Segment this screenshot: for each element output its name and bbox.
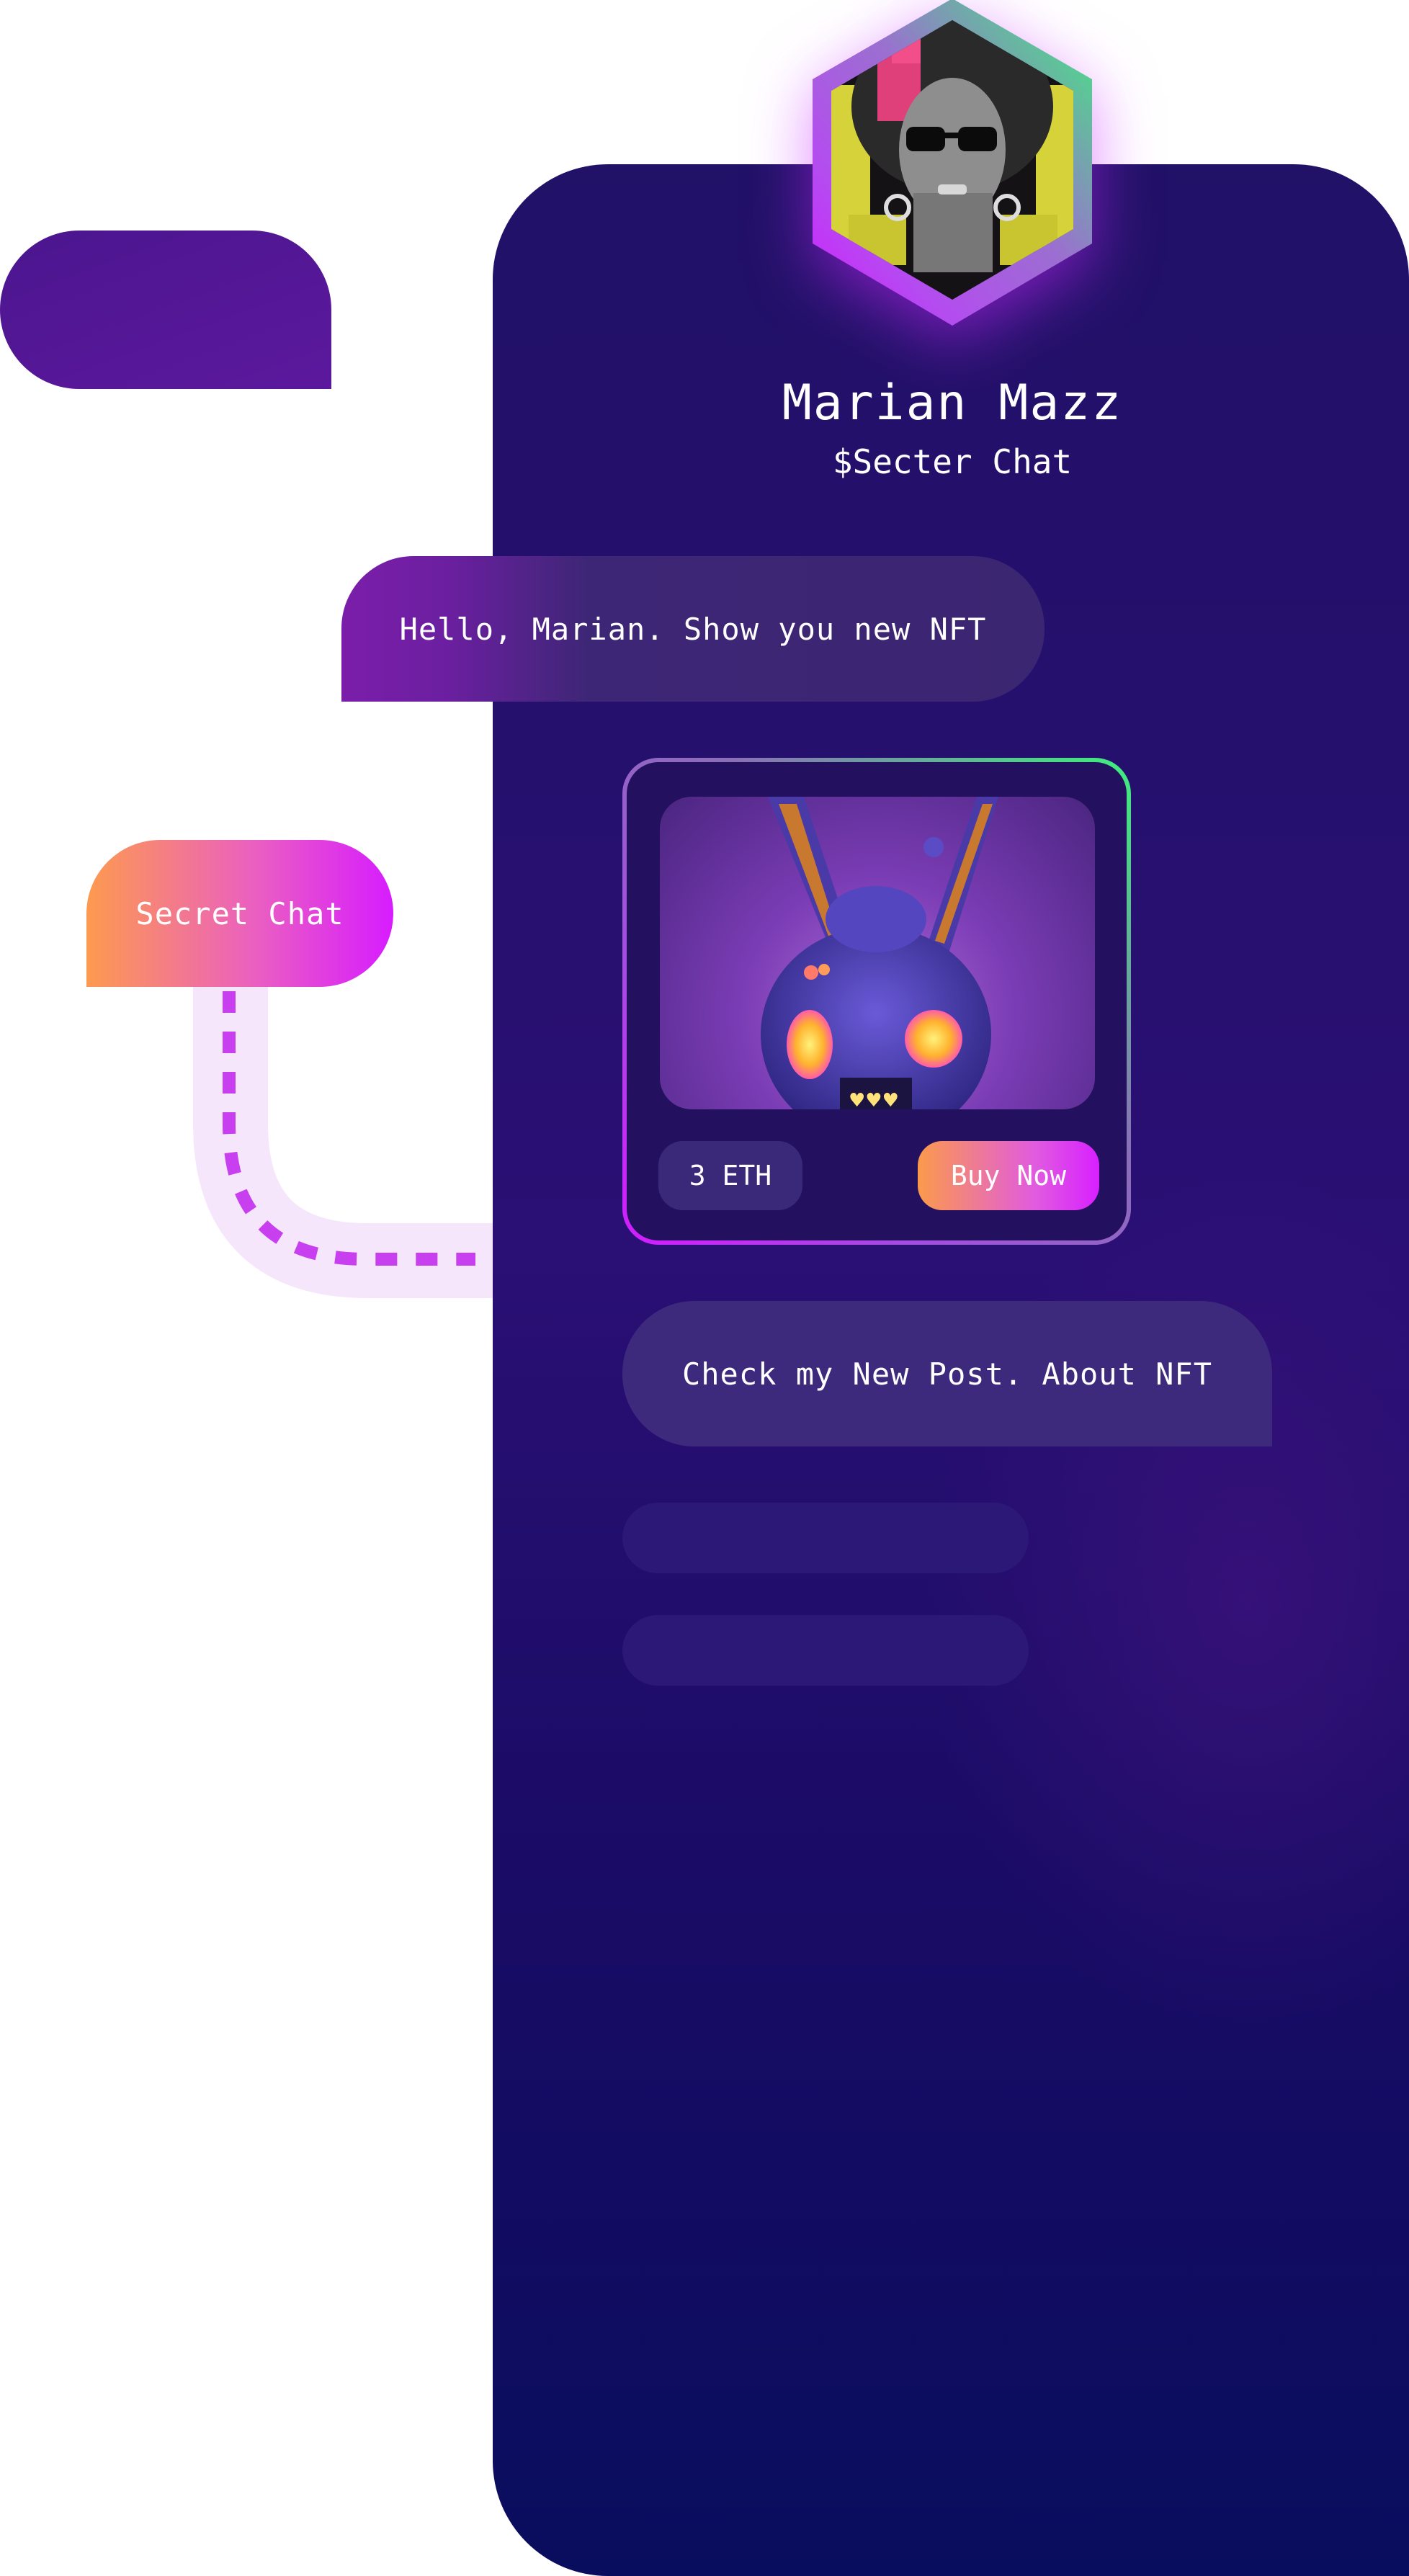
message-text: Hello, Marian. Show you new NFT (399, 611, 987, 647)
nft-price: 3 ETH (658, 1141, 802, 1210)
nft-card-body: ♥♥♥ 3 ETH Buy Now (627, 762, 1127, 1240)
svg-text:♥♥♥: ♥♥♥ (849, 1090, 899, 1109)
nft-card[interactable]: ♥♥♥ 3 ETH Buy Now (622, 758, 1131, 1245)
profile-avatar-icon[interactable] (805, 0, 1099, 333)
buy-now-button[interactable]: Buy Now (918, 1141, 1099, 1210)
message-text: Check my New Post. About NFT (681, 1356, 1212, 1392)
profile-subtitle: $Secter Chat (832, 442, 1073, 481)
profile-name: Marian Mazz (782, 375, 1123, 431)
secret-chat-tag[interactable]: Secret Chat (86, 840, 393, 987)
message-placeholder (622, 1615, 1029, 1686)
message-bubble-incoming[interactable]: Hello, Marian. Show you new NFT (341, 556, 1045, 702)
nft-creature-icon: ♥♥♥ (761, 797, 998, 1109)
decorative-pill (0, 231, 331, 389)
message-placeholder (622, 1503, 1029, 1573)
message-bubble-outgoing[interactable]: Check my New Post. About NFT (622, 1301, 1272, 1446)
nft-image[interactable]: ♥♥♥ (660, 797, 1095, 1109)
